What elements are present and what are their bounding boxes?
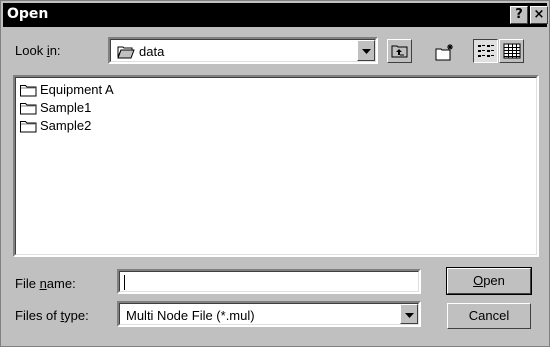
open-button[interactable]: Open (446, 267, 532, 295)
up-one-level-icon (391, 45, 408, 58)
text-caret (124, 275, 125, 290)
details-view-button[interactable] (499, 39, 524, 63)
list-item-label: Sample1 (40, 100, 92, 115)
look-in-value: data (139, 44, 165, 59)
open-dialog: Open ? × Look in: data Equipment A Sampl… (0, 0, 550, 347)
up-one-level-button[interactable] (387, 39, 412, 63)
chevron-down-icon (362, 49, 371, 54)
list-view-button[interactable] (473, 39, 498, 63)
look-in-label: Look in: (15, 43, 61, 58)
list-item-label: Sample2 (40, 118, 92, 133)
list-view-icon (478, 45, 494, 57)
folder-icon (20, 103, 37, 115)
files-of-type-value: Multi Node File (*.mul) (126, 308, 255, 323)
new-folder-button[interactable] (431, 39, 456, 63)
folder-icon (20, 85, 37, 97)
chevron-down-icon (405, 313, 414, 318)
files-of-type-dropdown-button[interactable] (400, 304, 418, 324)
cancel-button[interactable]: Cancel (447, 303, 531, 329)
folder-icon (20, 121, 37, 133)
open-folder-icon (117, 44, 135, 63)
files-of-type-label: Files of type: (15, 308, 89, 323)
file-name-label: File name: (15, 276, 76, 291)
file-list[interactable]: Equipment A Sample1 Sample2 (13, 75, 539, 257)
look-in-dropdown-button[interactable] (357, 40, 375, 61)
new-folder-icon (435, 44, 453, 61)
file-name-input[interactable] (120, 272, 418, 291)
list-item-label: Equipment A (40, 82, 114, 97)
look-in-combo[interactable]: data (108, 37, 378, 64)
details-view-icon (503, 43, 521, 59)
files-of-type-combo[interactable]: Multi Node File (*.mul) (117, 301, 421, 327)
close-button[interactable]: × (530, 6, 548, 24)
help-button[interactable]: ? (510, 6, 528, 24)
title-bar[interactable]: Open ? × (3, 3, 548, 27)
file-name-field[interactable] (117, 269, 421, 294)
window-title: Open (7, 6, 49, 22)
